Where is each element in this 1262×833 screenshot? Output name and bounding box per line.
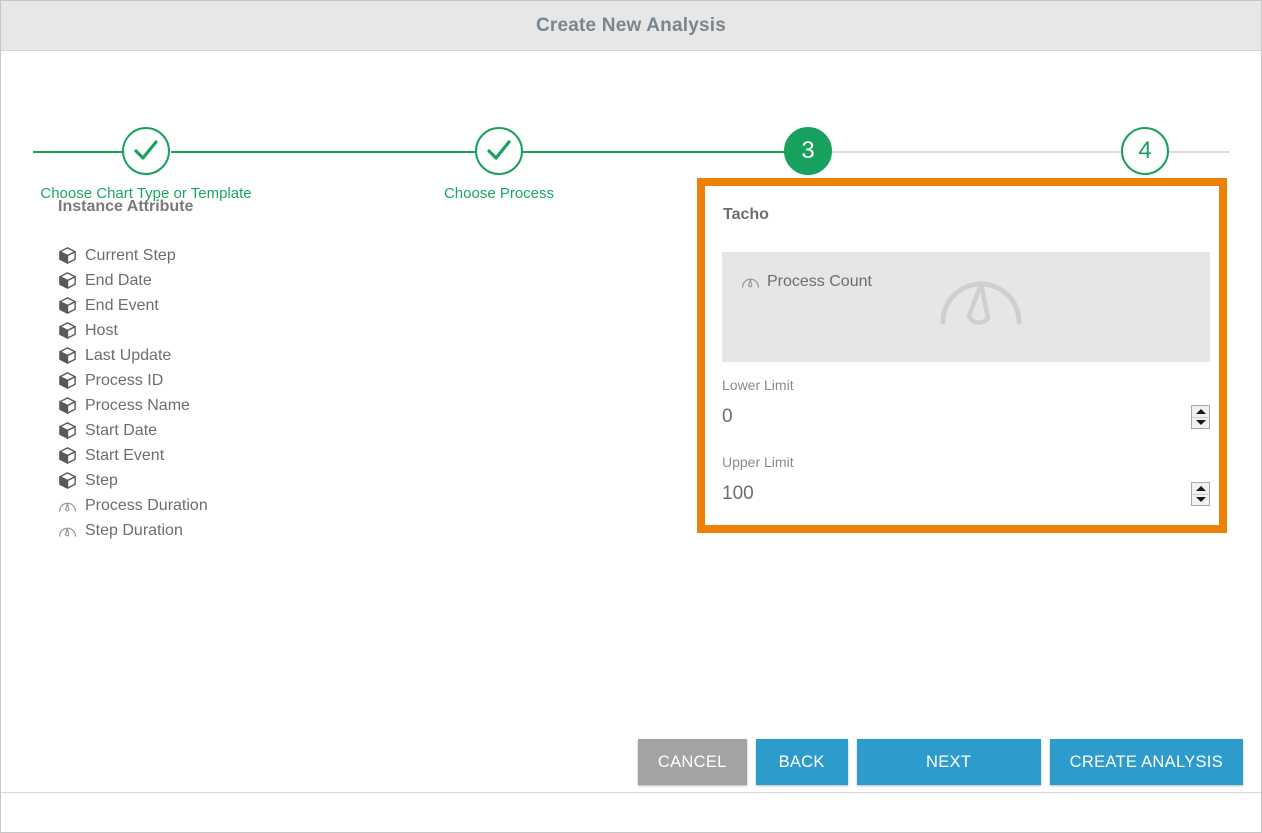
triangle-up-icon — [1196, 409, 1206, 414]
attribute-item-process-id[interactable]: Process ID — [56, 368, 456, 393]
dialog-title: Create New Analysis — [1, 15, 1261, 37]
attribute-label: Process Duration — [85, 498, 208, 514]
triangle-down-icon — [1196, 420, 1206, 425]
dialog-titlebar: Create New Analysis — [1, 1, 1261, 51]
attribute-item-step-duration[interactable]: Step Duration — [56, 518, 456, 543]
cube-icon — [56, 270, 78, 292]
step-4-number: 4 — [1138, 139, 1151, 163]
upper-limit-decrement-button[interactable] — [1192, 495, 1209, 506]
cancel-button[interactable]: CANCEL — [638, 739, 747, 785]
check-icon — [131, 136, 161, 166]
attribute-label: Start Date — [85, 423, 157, 439]
cube-icon — [56, 245, 78, 267]
attribute-item-last-update[interactable]: Last Update — [56, 343, 456, 368]
lower-limit-stepper[interactable] — [1191, 405, 1210, 429]
gauge-icon — [56, 495, 78, 517]
attribute-item-host[interactable]: Host — [56, 318, 456, 343]
gauge-icon — [739, 271, 761, 293]
attribute-label: Step — [85, 473, 118, 489]
attribute-label: Start Event — [85, 448, 164, 464]
lower-limit-decrement-button[interactable] — [1192, 418, 1209, 429]
step-3-number: 3 — [801, 139, 814, 163]
cube-icon — [56, 295, 78, 317]
attribute-label: Current Step — [85, 248, 176, 264]
cube-icon — [56, 420, 78, 442]
footer-button-row: CANCEL BACK NEXT CREATE ANALYSIS — [638, 739, 1243, 785]
attribute-item-end-date[interactable]: End Date — [56, 268, 456, 293]
lower-limit-input[interactable]: 0 — [722, 404, 1212, 430]
attribute-label: End Event — [85, 298, 159, 314]
instance-attribute-list: Current Step End Date — [56, 243, 456, 543]
create-new-analysis-dialog: Create New Analysis Choose Chart Type or… — [0, 0, 1262, 833]
upper-limit-input[interactable]: 100 — [722, 481, 1212, 507]
attribute-item-current-step[interactable]: Current Step — [56, 243, 456, 268]
attribute-item-step[interactable]: Step — [56, 468, 456, 493]
step-connector-5 — [1168, 151, 1230, 153]
lower-limit-label: Lower Limit — [722, 378, 1212, 392]
check-icon — [484, 136, 514, 166]
gauge-icon — [933, 260, 1029, 332]
cube-icon — [56, 470, 78, 492]
attribute-label: Process ID — [85, 373, 163, 389]
step-connector-4 — [832, 151, 1122, 153]
attribute-item-process-duration[interactable]: Process Duration — [56, 493, 456, 518]
assigned-attribute-label: Process Count — [767, 274, 872, 290]
back-button[interactable]: BACK — [756, 739, 848, 785]
instance-attribute-heading: Instance Attribute — [58, 198, 193, 216]
attribute-label: Last Update — [85, 348, 171, 364]
step-2-circle[interactable] — [475, 127, 523, 175]
tacho-config-panel: Tacho Process Count Lower Limit — [697, 178, 1227, 533]
attribute-label: Step Duration — [85, 523, 183, 539]
triangle-up-icon — [1196, 486, 1206, 491]
step-3-circle[interactable]: 3 — [784, 127, 832, 175]
wizard-stepper: Choose Chart Type or Template Choose Pro… — [1, 52, 1261, 170]
attribute-item-start-event[interactable]: Start Event — [56, 443, 456, 468]
tacho-value-dropzone[interactable]: Process Count — [722, 252, 1210, 362]
assigned-attribute-chip[interactable]: Process Count — [739, 271, 872, 293]
attribute-label: Process Name — [85, 398, 190, 414]
next-button[interactable]: NEXT — [857, 739, 1041, 785]
step-1-circle[interactable] — [122, 127, 170, 175]
attribute-item-end-event[interactable]: End Event — [56, 293, 456, 318]
upper-limit-stepper[interactable] — [1191, 482, 1210, 506]
upper-limit-increment-button[interactable] — [1192, 483, 1209, 495]
cube-icon — [56, 320, 78, 342]
cube-icon — [56, 445, 78, 467]
tacho-panel-title: Tacho — [723, 206, 769, 224]
upper-limit-label: Upper Limit — [722, 455, 1212, 469]
step-4-circle[interactable]: 4 — [1121, 127, 1169, 175]
attribute-item-process-name[interactable]: Process Name — [56, 393, 456, 418]
cube-icon — [56, 395, 78, 417]
lower-limit-field: Lower Limit 0 — [722, 378, 1212, 430]
footer-divider — [1, 792, 1261, 793]
lower-limit-increment-button[interactable] — [1192, 406, 1209, 418]
cube-icon — [56, 345, 78, 367]
upper-limit-field: Upper Limit 100 — [722, 455, 1212, 507]
instance-attribute-pane: Instance Attribute Current Step — [1, 171, 661, 761]
dialog-footer: CANCEL BACK NEXT CREATE ANALYSIS — [1, 732, 1261, 832]
create-analysis-button[interactable]: CREATE ANALYSIS — [1050, 739, 1243, 785]
triangle-down-icon — [1196, 497, 1206, 502]
gauge-icon — [56, 520, 78, 542]
cube-icon — [56, 370, 78, 392]
step-connector-2 — [171, 151, 479, 153]
attribute-label: Host — [85, 323, 118, 339]
step-connector-3 — [522, 151, 786, 153]
attribute-label: End Date — [85, 273, 152, 289]
attribute-item-start-date[interactable]: Start Date — [56, 418, 456, 443]
